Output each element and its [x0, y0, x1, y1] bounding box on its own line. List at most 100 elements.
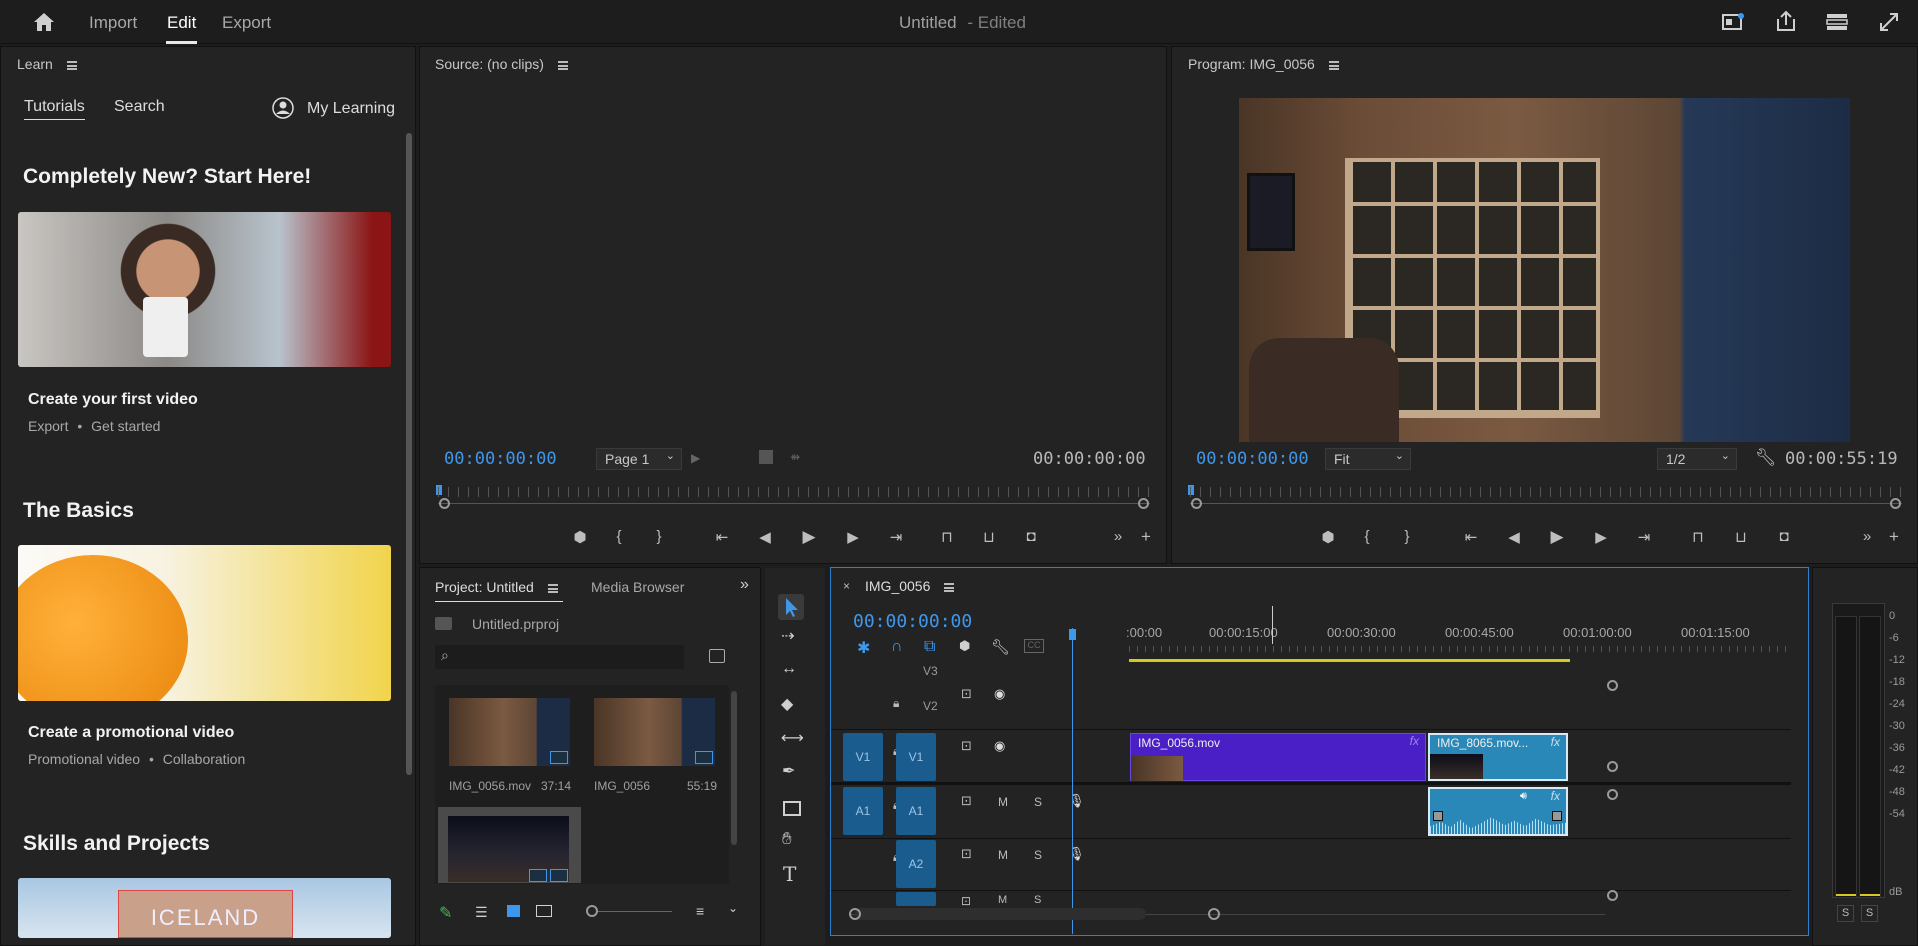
add-marker-icon[interactable]: ⬢ [568, 528, 592, 546]
close-icon[interactable]: × [843, 579, 850, 593]
mute-button[interactable]: M [998, 848, 1008, 862]
program-timecode[interactable]: 00:00:00:00 [1196, 449, 1309, 469]
add-button-icon[interactable]: + [1882, 527, 1906, 547]
type-tool-icon[interactable]: T [783, 862, 796, 886]
track-select-tool-icon[interactable]: ⇢ [781, 626, 794, 646]
panel-menu-icon[interactable] [66, 60, 77, 70]
timeline-playhead[interactable] [1072, 628, 1073, 934]
sync-lock-icon[interactable]: ⊡ [961, 686, 972, 702]
more-controls-icon[interactable]: » [1106, 528, 1130, 545]
media-thumbnail[interactable] [449, 698, 570, 766]
zoom-handle-left[interactable] [849, 908, 861, 920]
eye-icon[interactable]: ◉ [994, 686, 1005, 702]
source-timecode[interactable]: 00:00:00:00 [444, 449, 557, 469]
zoom-handle-left[interactable] [1191, 498, 1202, 509]
chevron-down-icon[interactable]: ⌄ [728, 901, 738, 915]
fx-badge[interactable]: fx [1551, 789, 1560, 803]
overwrite-icon[interactable]: ⊔ [977, 528, 1001, 546]
tutorial-title[interactable]: Create a promotional video [28, 724, 234, 742]
program-video-frame[interactable] [1239, 98, 1850, 442]
solo-button[interactable]: S [1034, 795, 1042, 809]
step-back-icon[interactable]: ◀ [753, 528, 777, 546]
mark-in-icon[interactable]: { [607, 528, 631, 545]
page-select[interactable]: Page 1 ⌄ [596, 448, 682, 470]
quick-export-icon[interactable] [1722, 13, 1744, 31]
snap-icon[interactable]: ∩ [891, 638, 903, 656]
step-back-icon[interactable]: ◀ [1502, 528, 1526, 546]
panel-menu-icon[interactable] [547, 583, 558, 593]
video-scroll-handle[interactable] [1607, 761, 1618, 772]
tutorial-thumbnail-first-video[interactable] [18, 212, 391, 367]
nav-tab-export[interactable]: Export [222, 13, 271, 33]
solo-right-button[interactable]: S [1861, 905, 1878, 922]
learn-scrollbar[interactable] [406, 133, 412, 775]
solo-left-button[interactable]: S [1837, 905, 1854, 922]
track-target-a2[interactable]: A2 [896, 840, 936, 888]
video-scroll-handle[interactable] [1607, 680, 1618, 691]
panel-menu-icon[interactable] [557, 60, 568, 70]
timeline-playhead-head[interactable] [1069, 629, 1076, 640]
tutorial-thumbnail-skills[interactable]: ICELAND [18, 878, 391, 938]
timeline-timecode[interactable]: 00:00:00:00 [853, 611, 972, 632]
source-time-ruler[interactable] [438, 487, 1150, 497]
tag[interactable]: Promotional video [28, 751, 140, 767]
program-zoom-bar[interactable] [1190, 503, 1902, 504]
nav-tab-edit[interactable]: Edit [167, 13, 196, 33]
sequence-thumbnail[interactable] [594, 698, 715, 766]
panel-menu-icon[interactable] [944, 582, 955, 592]
nest-icon[interactable]: ✱ [857, 638, 870, 658]
tutorial-title[interactable]: Create your first video [28, 391, 198, 409]
track-target-a3[interactable] [896, 892, 936, 906]
lift-icon[interactable]: ⊓ [1686, 528, 1710, 546]
list-view-icon[interactable]: ☰ [475, 904, 488, 921]
solo-button[interactable]: S [1034, 848, 1042, 862]
tag[interactable]: Export [28, 418, 68, 434]
zoom-handle-right[interactable] [1138, 498, 1149, 509]
sync-lock-icon[interactable]: ⊡ [961, 894, 971, 906]
audio-scroll-handle[interactable] [1607, 890, 1618, 901]
tutorial-thumbnail-promotional[interactable] [18, 545, 391, 701]
tab-tutorials[interactable]: Tutorials [24, 98, 85, 116]
play-icon[interactable]: ▶ [797, 527, 821, 547]
camera-icon[interactable]: ◘ [1772, 528, 1796, 545]
add-marker-icon[interactable]: ⬢ [959, 638, 970, 654]
source-patch-a1[interactable]: A1 [843, 787, 883, 835]
selection-tool-icon[interactable] [778, 594, 804, 620]
insert-icon[interactable]: ⇻ [790, 450, 800, 464]
media-thumbnail-night[interactable] [438, 807, 581, 883]
microphone-icon[interactable]: 🎙︎ [1068, 793, 1085, 809]
timeline-ticks[interactable] [1129, 646, 1789, 652]
camera-icon[interactable]: ◘ [1019, 528, 1043, 545]
icon-view-icon[interactable] [507, 905, 520, 917]
insert-icon[interactable]: ⊓ [935, 528, 959, 546]
source-patch-v1[interactable]: V1 [843, 733, 883, 781]
mark-out-icon[interactable]: } [647, 528, 671, 545]
zoom-handle-left[interactable] [439, 498, 450, 509]
play-icon[interactable]: ▶ [1545, 527, 1569, 547]
mark-out-icon[interactable]: } [1395, 528, 1419, 545]
bin-scrollbar[interactable] [731, 691, 737, 845]
tab-search[interactable]: Search [114, 98, 165, 116]
find-icon[interactable] [709, 649, 725, 663]
rectangle-tool-icon[interactable] [783, 801, 801, 816]
play-forward-icon[interactable]: ▶ [691, 451, 700, 465]
my-learning-link[interactable]: My Learning [307, 100, 395, 118]
fade-handle-icon[interactable] [1433, 811, 1443, 821]
ripple-edit-tool-icon[interactable]: ↔ [781, 660, 797, 678]
settings-wrench-icon[interactable]: 🔧︎ [991, 638, 1010, 656]
pen-tool-icon[interactable]: ✒ [782, 761, 795, 781]
lock-icon[interactable]: 🔒︎ [893, 696, 899, 711]
work-area-bar[interactable] [1129, 659, 1570, 662]
zoom-slider-track[interactable] [598, 911, 672, 912]
captions-icon[interactable]: CC [1024, 639, 1044, 653]
program-time-ruler[interactable] [1190, 487, 1902, 497]
overwrite-icon[interactable] [759, 450, 773, 464]
home-icon[interactable] [32, 11, 56, 33]
fullscreen-icon[interactable] [1878, 11, 1900, 33]
tab-media-browser[interactable]: Media Browser [591, 579, 684, 595]
zoom-select[interactable]: Fit ⌄ [1325, 448, 1411, 470]
workspaces-icon[interactable] [1826, 12, 1848, 32]
razor-tool-icon[interactable]: ◆ [781, 694, 793, 714]
source-zoom-bar[interactable] [438, 503, 1150, 504]
sync-lock-icon[interactable]: ⊡ [961, 738, 972, 754]
